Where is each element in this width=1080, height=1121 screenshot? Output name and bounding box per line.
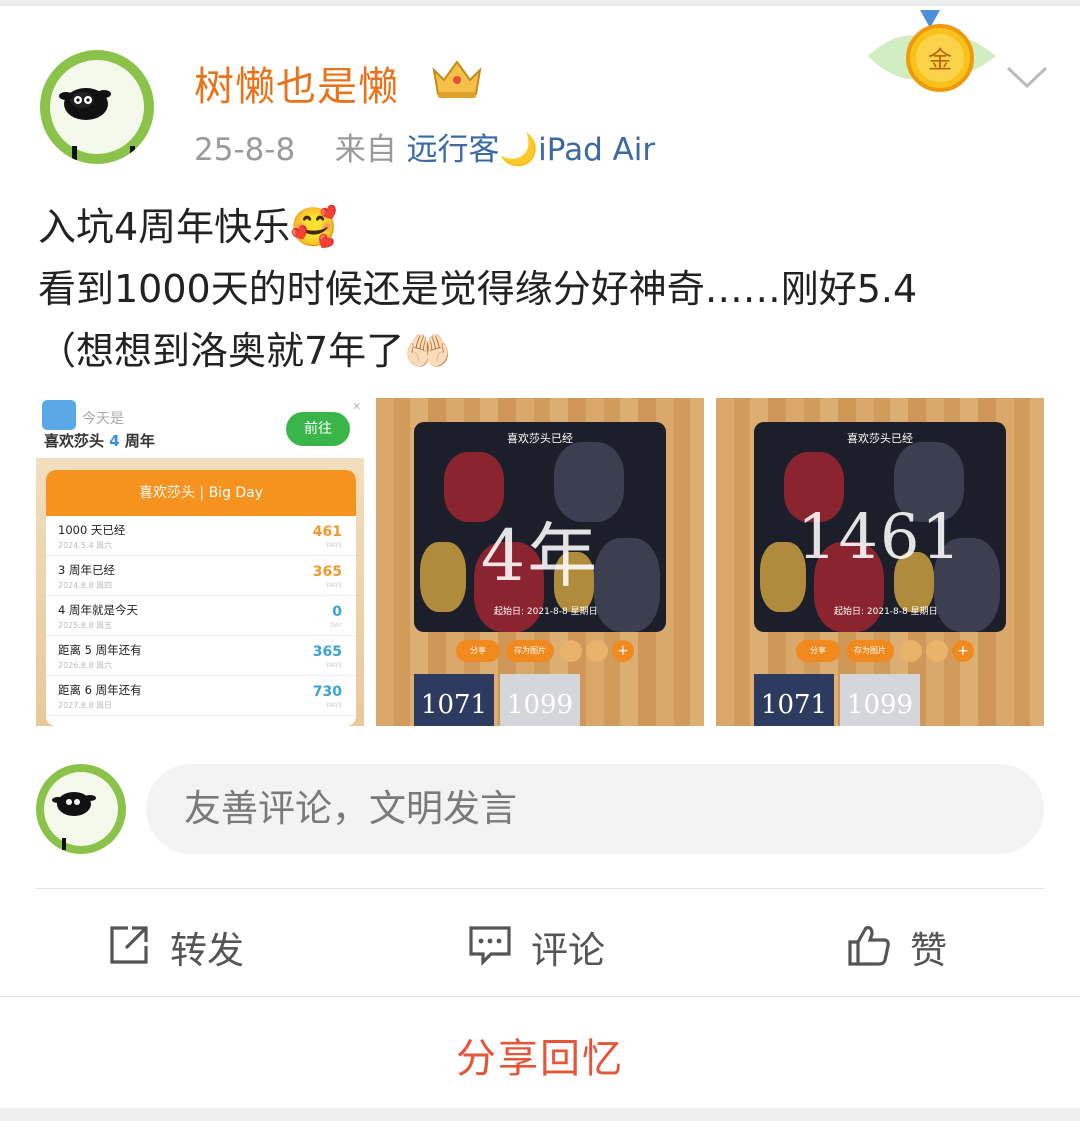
save-pill: 存为图片 <box>846 640 894 662</box>
round-icon <box>560 640 582 662</box>
chevron-down-icon[interactable] <box>1004 62 1050 92</box>
thumbs-up-icon <box>848 926 890 966</box>
poster-title: 喜欢莎头已经 <box>507 432 573 445</box>
share-pill: 分享 <box>796 640 840 662</box>
repost-icon <box>110 926 148 964</box>
like-button[interactable]: 赞 <box>846 918 986 972</box>
current-user-avatar[interactable] <box>36 764 126 854</box>
round-icon <box>900 640 922 662</box>
today-label: 今天是 <box>82 411 124 427</box>
repost-label: 转发 <box>170 929 244 972</box>
comment-input[interactable]: 友善评论，文明发言 <box>146 764 1044 854</box>
widget-title: 喜欢莎头 4 周年 <box>44 432 155 450</box>
card-title: 喜欢莎头 | Big Day <box>46 470 356 516</box>
list-item: 3 周年已经 2024.8.8 周四 365 DAYS <box>46 556 356 596</box>
comment-label: 评论 <box>531 929 605 972</box>
bottom-band <box>0 1108 1080 1121</box>
image-thumbnail-3[interactable]: 喜欢莎头已经 1461 起始日: 2021-8-8 星期日 分享 存为图片 + … <box>716 398 1044 726</box>
post-text-line: 看到1000天的时候还是觉得缘分好神奇……刚好5.4 <box>38 267 918 311</box>
like-label: 赞 <box>910 929 947 972</box>
share-memory-button[interactable]: 分享回忆 <box>0 1026 1080 1084</box>
goto-button: 前往 <box>286 412 350 446</box>
poster-since: 起始日: 2021-8-8 星期日 <box>494 607 598 617</box>
flag-icon <box>586 640 608 662</box>
image-grid: 今天是 喜欢莎头 4 周年 前往 ✕ 喜欢莎头 | Big Day 1000 天… <box>36 398 1044 726</box>
thumb-b: 1099 <box>500 674 580 726</box>
repost-button[interactable]: 转发 <box>106 918 286 972</box>
avatar[interactable] <box>40 50 154 164</box>
list-item: 距离 5 周年还有 2026.8.8 周六 365 DAYS <box>46 636 356 676</box>
poster-buttons: 分享 存为图片 + <box>456 640 696 662</box>
poster-title: 喜欢莎头已经 <box>847 432 913 445</box>
widget-header: 今天是 喜欢莎头 4 周年 前往 ✕ <box>36 398 364 458</box>
thumb-a: 1071 <box>414 674 494 726</box>
source-device[interactable]: 远行客🌙iPad Air <box>407 132 656 168</box>
list-item: 4 周年就是今天 2025.8.8 周五 0 DAY <box>46 596 356 636</box>
calendar-icon <box>42 400 76 430</box>
poster-since: 起始日: 2021-8-8 星期日 <box>834 607 938 617</box>
crown-badge-icon[interactable] <box>430 56 484 100</box>
post-text-line: （想想到洛奥就7年了🤲🏻 <box>38 329 452 373</box>
plus-icon: + <box>612 640 634 662</box>
medal-text: 金 <box>928 46 952 74</box>
thumb-b: 1099 <box>840 674 920 726</box>
gold-medal-icon[interactable]: 金 <box>860 6 1000 102</box>
big-day-card: 喜欢莎头 | Big Day 1000 天已经 2024.5.4 周六 461 … <box>46 470 356 726</box>
list-item: 1000 天已经 2024.5.4 周六 461 DAYS <box>46 516 356 556</box>
comment-icon <box>469 926 511 966</box>
poster-big-value: 4年 <box>480 515 600 597</box>
source-prefix: 来自 <box>334 132 397 168</box>
list-item: 距离 6 周年还有 2027.8.8 周日 730 DAYS <box>46 676 356 716</box>
image-thumbnail-2[interactable]: 喜欢莎头已经 4年 起始日: 2021-8-8 星期日 分享 存为图片 + 10… <box>376 398 704 726</box>
post-date: 25-8-8 <box>194 132 296 168</box>
thumb-a: 1071 <box>754 674 834 726</box>
poster-big-value: 1461 <box>797 500 963 573</box>
post-text: 入坑4周年快乐🥰 看到1000天的时候还是觉得缘分好神奇……刚好5.4 （想想到… <box>38 196 1048 382</box>
sheep-icon <box>52 792 96 850</box>
username[interactable]: 树懒也是懒 <box>194 54 399 112</box>
divider <box>36 888 1044 889</box>
poster: 喜欢莎头已经 4年 起始日: 2021-8-8 星期日 <box>414 422 666 632</box>
image-thumbnail-1[interactable]: 今天是 喜欢莎头 4 周年 前往 ✕ 喜欢莎头 | Big Day 1000 天… <box>36 398 364 726</box>
poster-buttons: 分享 存为图片 + <box>796 640 1036 662</box>
comment-button[interactable]: 评论 <box>467 918 647 972</box>
save-pill: 存为图片 <box>506 640 554 662</box>
post-meta: 25-8-8 来自 远行客🌙iPad Air <box>194 124 655 169</box>
sheep-icon <box>59 88 135 160</box>
plus-icon: + <box>952 640 974 662</box>
close-icon: ✕ <box>352 400 362 413</box>
post-text-line: 入坑4周年快乐🥰 <box>38 205 338 249</box>
poster: 喜欢莎头已经 1461 起始日: 2021-8-8 星期日 <box>754 422 1006 632</box>
share-pill: 分享 <box>456 640 500 662</box>
flag-icon <box>926 640 948 662</box>
divider <box>0 996 1080 997</box>
